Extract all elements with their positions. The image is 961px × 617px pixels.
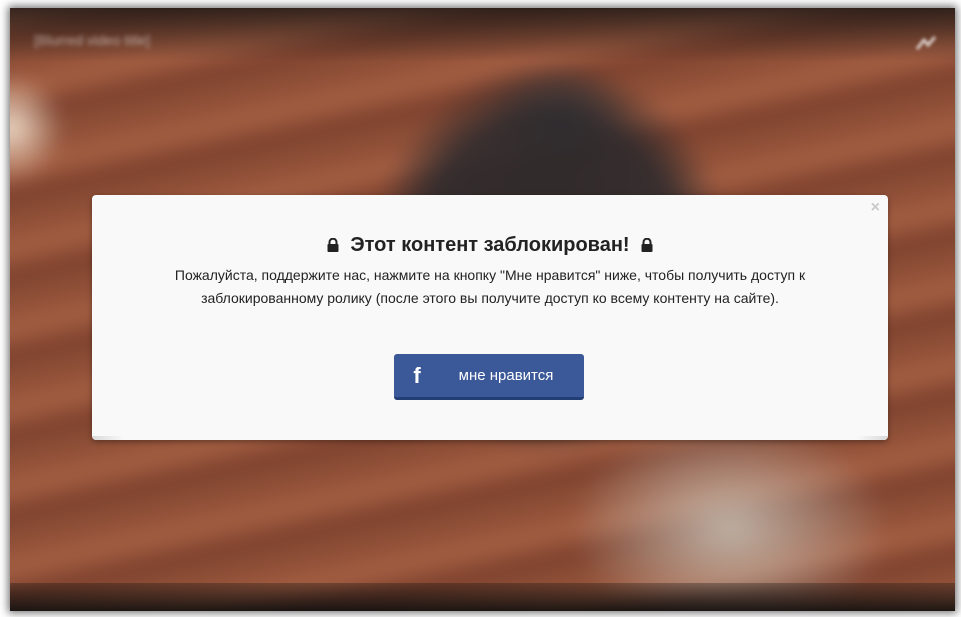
video-control-bar[interactable] xyxy=(10,583,955,611)
lock-icon xyxy=(641,238,653,252)
modal-title-text: Этот контент заблокирован! xyxy=(350,234,630,256)
modal-bottom-edge xyxy=(92,436,888,440)
close-icon[interactable]: × xyxy=(871,200,880,216)
facebook-like-button[interactable]: f мне нравится xyxy=(394,354,584,400)
video-title[interactable]: [Blurred video title] xyxy=(34,32,150,48)
content-locked-modal: × Этот контент заблокирован! Пожалуйста,… xyxy=(92,195,888,440)
lock-icon xyxy=(327,238,339,252)
like-button-label: мне нравится xyxy=(458,367,554,384)
video-player-frame: [Blurred video title] × Этот контент заб… xyxy=(10,8,955,611)
modal-title: Этот контент заблокирован! xyxy=(92,195,888,257)
facebook-icon: f xyxy=(413,362,421,388)
modal-message: Пожалуйста, поддержите нас, нажмите на к… xyxy=(174,267,806,306)
video-top-bar: [Blurred video title] xyxy=(10,8,955,62)
share-icon[interactable] xyxy=(915,36,937,50)
